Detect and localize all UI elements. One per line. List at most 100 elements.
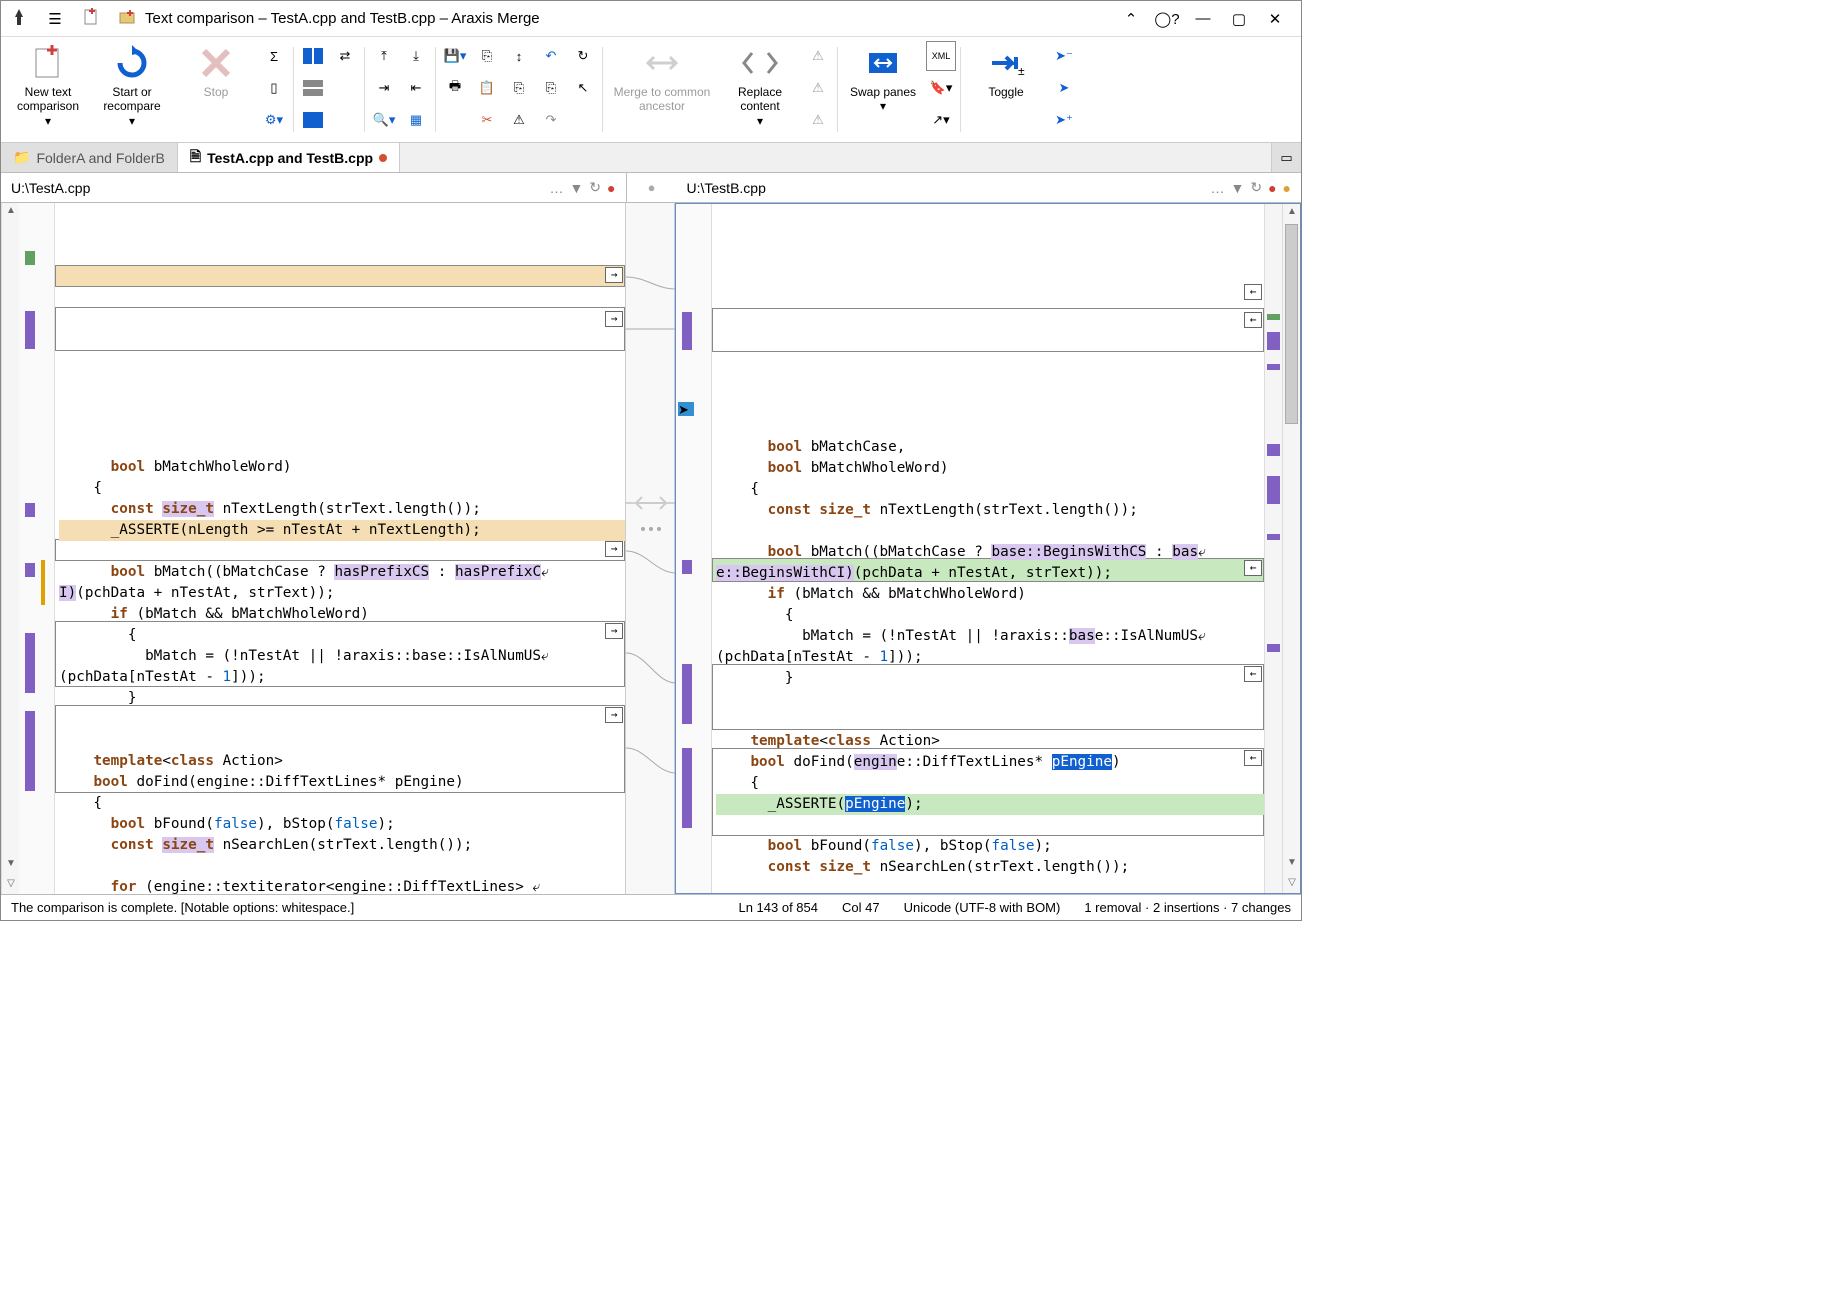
xml-icon[interactable]: XML: [926, 41, 956, 71]
change-marker: [25, 563, 35, 577]
sort-icon[interactable]: ↕: [504, 41, 534, 71]
outdent-icon[interactable]: ⇤: [401, 73, 431, 103]
center-link[interactable]: [625, 203, 675, 894]
history-icon[interactable]: ↻: [589, 179, 601, 196]
more-icon[interactable]: …: [549, 180, 563, 196]
push-right-icon[interactable]: →: [605, 311, 623, 327]
new-folder-icon[interactable]: [109, 8, 145, 30]
copy2-icon[interactable]: ⎘: [504, 73, 534, 103]
indent-icon[interactable]: ⇥: [369, 73, 399, 103]
label: Start or recompare: [91, 85, 173, 114]
left-scroll-strip[interactable]: ▲ ▼ ▽: [1, 203, 19, 894]
ins-marker: [25, 251, 35, 265]
gear-icon[interactable]: ⚙▾: [259, 105, 289, 135]
new-file-icon[interactable]: [73, 8, 109, 30]
scroll-up-icon[interactable]: ▲: [1286, 206, 1298, 218]
more-icon[interactable]: …: [1210, 180, 1224, 196]
t2-icon[interactable]: ➤: [1049, 73, 1079, 103]
tab-folder[interactable]: 📁 FolderA and FolderB: [1, 143, 178, 172]
ribbon-collapse-icon[interactable]: ⌃: [1113, 10, 1149, 28]
right-pane: ➤ ← ← ← ← ← bool bMatchCase, bool bMatch…: [675, 203, 1301, 894]
left-code[interactable]: → → → → → bool bMatchWholeWord) { const …: [55, 203, 625, 894]
single-icon[interactable]: [298, 105, 328, 135]
history-icon[interactable]: ↻: [1250, 179, 1262, 196]
scrollbar-thumb[interactable]: [1285, 224, 1298, 424]
right-minimap[interactable]: [1264, 204, 1282, 893]
tab-file[interactable]: 🗎 TestA.cpp and TestB.cpp: [178, 143, 400, 172]
cursor-icon[interactable]: ↖: [568, 73, 598, 103]
cut-icon[interactable]: ✂: [472, 105, 502, 135]
redo-icon[interactable]: ↷: [536, 105, 566, 135]
right-code[interactable]: ← ← ← ← ← bool bMatchCase, bool bMatchWh…: [712, 204, 1264, 893]
print-icon[interactable]: 🖶: [440, 73, 470, 103]
change-marker: [25, 711, 35, 791]
window-title: Text comparison – TestA.cpp and TestB.cp…: [145, 10, 1113, 27]
doc-icon[interactable]: ▯: [259, 73, 289, 103]
change-marker: [682, 560, 692, 574]
find-icon[interactable]: 🔍▾: [369, 105, 399, 135]
split-v-icon[interactable]: [298, 73, 328, 103]
minimize-button[interactable]: —: [1185, 10, 1221, 27]
refresh-icon[interactable]: ↻: [568, 41, 598, 71]
paste-icon[interactable]: 📋: [472, 73, 502, 103]
undo-icon[interactable]: ↶: [536, 41, 566, 71]
recompare-button[interactable]: Start or recompare▾: [91, 41, 173, 138]
left-pane: ▲ ▼ ▽ → → → → → bool bMatchWholeWord) {: [1, 203, 625, 894]
tabstrip: 📁 FolderA and FolderB 🗎 TestA.cpp and Te…: [1, 143, 1301, 173]
maximize-button[interactable]: ▢: [1221, 10, 1257, 28]
new-comparison-button[interactable]: New text comparison▾: [7, 41, 89, 138]
warn-icon[interactable]: ⚠: [504, 105, 534, 135]
file-icon: 🗎: [190, 146, 201, 170]
close-button[interactable]: ✕: [1257, 10, 1293, 28]
path-left-text[interactable]: U:\TestA.cpp: [11, 180, 549, 196]
warn2-icon[interactable]: ⚠: [803, 73, 833, 103]
svg-text:±: ±: [1018, 64, 1025, 78]
scroll-up-icon[interactable]: ▲: [5, 205, 17, 217]
change-marker: [25, 633, 35, 693]
swap-panes-button[interactable]: Swap panes▾: [842, 41, 924, 138]
copy3-icon[interactable]: ⎘: [536, 73, 566, 103]
app-icon: [9, 7, 29, 30]
scroll-down-icon[interactable]: ▼: [1286, 857, 1298, 869]
hamburger-icon[interactable]: ☰: [37, 10, 73, 28]
right-scroll-strip[interactable]: ▲ ▼ ▽: [1282, 204, 1300, 893]
tab-label: TestA.cpp and TestB.cpp: [207, 150, 373, 166]
merge-ancestor-button[interactable]: Merge to common ancestor: [607, 41, 717, 138]
push-right-icon[interactable]: →: [605, 267, 623, 283]
export-icon[interactable]: ↗▾: [926, 105, 956, 135]
scroll-end-icon[interactable]: ▽: [1286, 877, 1298, 889]
label: New text comparison: [7, 85, 89, 114]
dropdown-icon[interactable]: ▼: [569, 180, 583, 196]
swap-icon[interactable]: ⇄: [330, 41, 360, 71]
split-h-icon[interactable]: [298, 41, 328, 71]
change-marker: [682, 312, 692, 350]
file-group: 💾▾ 🖶: [440, 41, 470, 137]
stop-button[interactable]: Stop: [175, 41, 257, 138]
t3-icon[interactable]: ➤⁺: [1049, 105, 1079, 135]
path-right-text[interactable]: U:\TestB.cpp: [687, 180, 1211, 196]
modified-dot-icon: [379, 154, 387, 162]
nav-group: ⤒ ⇥ 🔍▾ ⤓ ⇤ ▦: [369, 41, 431, 137]
first-diff-icon[interactable]: ⤒: [369, 41, 399, 71]
dropdown-icon[interactable]: ▼: [1230, 180, 1244, 196]
copy-icon[interactable]: ⎘: [472, 41, 502, 71]
select-all-icon[interactable]: ▦: [401, 105, 431, 135]
push-left-icon[interactable]: ←: [1244, 284, 1262, 300]
save-icon[interactable]: 💾▾: [440, 41, 470, 71]
scroll-down-icon[interactable]: ▼: [5, 858, 17, 870]
sigma-icon[interactable]: Σ: [259, 41, 289, 71]
red-dot-icon: ●: [607, 180, 615, 196]
bookmark-icon[interactable]: 🔖▾: [926, 73, 956, 103]
last-diff-icon[interactable]: ⤓: [401, 41, 431, 71]
toggle-button[interactable]: ± Toggle: [965, 41, 1047, 138]
ribbon: New text comparison▾ Start or recompare▾…: [1, 37, 1301, 143]
pathbar: U:\TestA.cpp … ▼ ↻ ● ● U:\TestB.cpp … ▼ …: [1, 173, 1301, 203]
replace-content-button[interactable]: Replace content▾: [719, 41, 801, 138]
tab-overflow[interactable]: ▭: [1271, 143, 1301, 172]
warn3-icon[interactable]: ⚠: [803, 105, 833, 135]
scroll-end-icon[interactable]: ▽: [5, 878, 17, 890]
help-icon[interactable]: ◯?: [1149, 10, 1185, 28]
warn1-icon[interactable]: ⚠: [803, 41, 833, 71]
t1-icon[interactable]: ➤⁻: [1049, 41, 1079, 71]
push-left-icon[interactable]: ←: [1244, 312, 1262, 328]
